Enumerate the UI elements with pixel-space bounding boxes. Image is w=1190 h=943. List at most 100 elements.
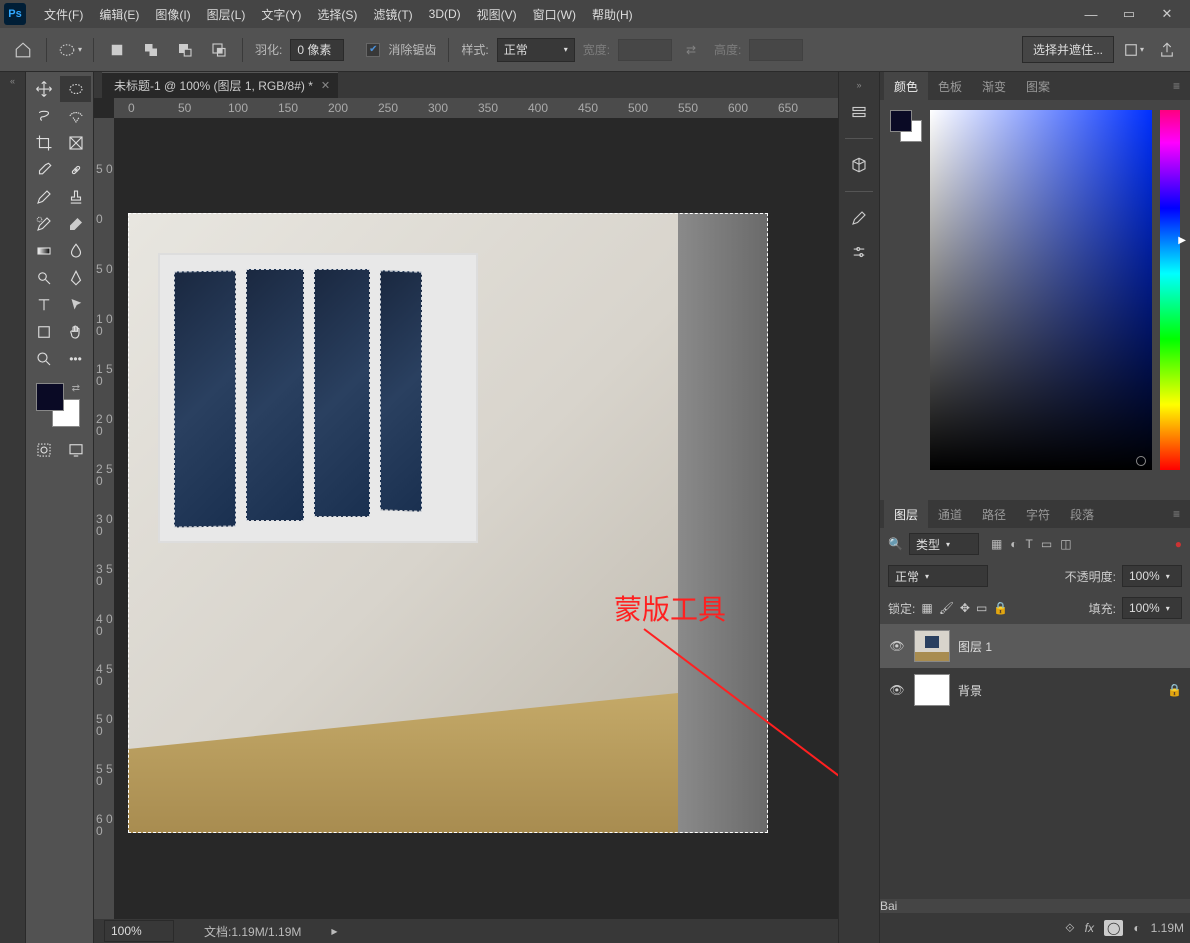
visibility-icon[interactable]: 👁 — [888, 683, 906, 697]
layer-name[interactable]: 图层 1 — [958, 638, 992, 655]
eyedropper-tool[interactable] — [28, 157, 59, 183]
menu-window[interactable]: 窗口(W) — [525, 0, 584, 28]
search-icon[interactable]: 🔍 — [888, 537, 903, 551]
menu-help[interactable]: 帮助(H) — [584, 0, 641, 28]
swap-colors-icon[interactable]: ⇄ — [72, 383, 80, 394]
color-picker[interactable] — [930, 110, 1152, 470]
filter-smart-icon[interactable]: ◫ — [1060, 537, 1071, 551]
close-tab-icon[interactable]: ✕ — [321, 79, 330, 92]
history-brush-tool[interactable] — [28, 211, 59, 237]
layer-name[interactable]: 背景 — [958, 682, 982, 699]
layer-filter-select[interactable]: 类型▾ — [909, 533, 979, 555]
style-select[interactable]: 正常▾ — [497, 38, 575, 62]
more-tool[interactable]: ••• — [60, 346, 91, 372]
window-minimize[interactable]: — — [1072, 3, 1110, 25]
adjust-icon[interactable] — [845, 240, 873, 264]
share-icon[interactable] — [1152, 35, 1182, 65]
sel-intersect-icon[interactable] — [204, 35, 234, 65]
link-icon[interactable]: ⟐ — [1065, 921, 1074, 936]
quickmask-tool[interactable] — [28, 437, 59, 463]
lock-all-icon[interactable]: 🔒 — [993, 601, 1008, 615]
filter-shape-icon[interactable]: ▭ — [1041, 537, 1052, 551]
crop-tool[interactable] — [28, 130, 59, 156]
dodge-tool[interactable] — [28, 265, 59, 291]
stamp-tool[interactable] — [60, 184, 91, 210]
history-icon[interactable] — [845, 100, 873, 124]
move-tool[interactable] — [28, 76, 59, 102]
3d-icon[interactable] — [845, 153, 873, 177]
sel-add-icon[interactable] — [136, 35, 166, 65]
antialias-checkbox[interactable]: ✔ — [366, 43, 380, 57]
frame-tool[interactable] — [60, 130, 91, 156]
ruler-horizontal[interactable]: 050100150200250300350400450500550600650 — [114, 98, 838, 118]
brush-panel-icon[interactable] — [845, 206, 873, 230]
window-maximize[interactable]: ▭ — [1110, 3, 1148, 25]
select-and-mask-button[interactable]: 选择并遮住... — [1022, 36, 1114, 63]
lock-pos-icon[interactable]: ✥ — [960, 601, 970, 615]
ruler-vertical[interactable]: 5 005 01 0 01 5 02 0 02 5 03 0 03 5 04 0… — [94, 118, 114, 919]
fx-icon[interactable]: fx — [1085, 921, 1094, 935]
fill-input[interactable]: 100%▾ — [1122, 597, 1182, 619]
filter-adj-icon[interactable]: ◐ — [1010, 537, 1017, 551]
menu-select[interactable]: 选择(S) — [309, 0, 365, 28]
pen-tool[interactable] — [60, 265, 91, 291]
color-swatches[interactable]: ⇄ — [36, 383, 80, 427]
sel-new-icon[interactable] — [102, 35, 132, 65]
tab-char[interactable]: 字符 — [1016, 500, 1060, 529]
layer-row[interactable]: 👁 图层 1 — [880, 624, 1190, 668]
canvas[interactable]: 蒙版工具 — [114, 118, 838, 919]
filter-type-icon[interactable]: T — [1026, 537, 1033, 551]
home-icon[interactable] — [8, 35, 38, 65]
marquee-preset-icon[interactable]: ▾ — [55, 35, 85, 65]
document-tab[interactable]: 未标题-1 @ 100% (图层 1, RGB/8#) *✕ — [102, 72, 338, 98]
foreground-swatch[interactable] — [36, 383, 64, 411]
hand-tool[interactable] — [60, 319, 91, 345]
mask-icon[interactable]: ◯ — [1104, 920, 1123, 936]
menu-layer[interactable]: 图层(L) — [199, 0, 254, 28]
layer-thumbnail[interactable] — [914, 630, 950, 662]
tab-paths[interactable]: 路径 — [972, 500, 1016, 529]
tab-channels[interactable]: 通道 — [928, 500, 972, 529]
type-tool[interactable] — [28, 292, 59, 318]
tab-gradient[interactable]: 渐变 — [972, 72, 1016, 101]
sel-subtract-icon[interactable] — [170, 35, 200, 65]
menu-type[interactable]: 文字(Y) — [253, 0, 309, 28]
menu-file[interactable]: 文件(F) — [36, 0, 91, 28]
menu-view[interactable]: 视图(V) — [469, 0, 525, 28]
menu-3d[interactable]: 3D(D) — [421, 0, 469, 28]
color-panel-menu-icon[interactable]: ≡ — [1167, 79, 1186, 93]
lock-trans-icon[interactable]: ▦ — [921, 601, 932, 615]
eraser-tool[interactable] — [60, 211, 91, 237]
lock-art-icon[interactable]: ▭ — [976, 601, 987, 615]
menu-edit[interactable]: 编辑(E) — [91, 0, 147, 28]
screenmode-tool[interactable] — [60, 437, 91, 463]
blend-mode-select[interactable]: 正常▾ — [888, 565, 988, 587]
opacity-input[interactable]: 100%▾ — [1122, 565, 1182, 587]
layers-panel-menu-icon[interactable]: ≡ — [1167, 507, 1186, 521]
menu-filter[interactable]: 滤镜(T) — [365, 0, 420, 28]
lock-paint-icon[interactable]: 🖌 — [939, 601, 954, 615]
filter-toggle-icon[interactable]: ● — [1175, 537, 1182, 551]
tab-swatches[interactable]: 色板 — [928, 72, 972, 101]
lasso-tool[interactable] — [28, 103, 59, 129]
marquee-tool[interactable] — [60, 76, 91, 102]
layer-row[interactable]: 👁 背景 🔒 — [880, 668, 1190, 712]
quick-select-tool[interactable] — [60, 103, 91, 129]
adjustment-icon[interactable]: ◐ — [1133, 921, 1140, 935]
blur-tool[interactable] — [60, 238, 91, 264]
tab-pattern[interactable]: 图案 — [1016, 72, 1060, 101]
zoom-tool[interactable] — [28, 346, 59, 372]
visibility-icon[interactable]: 👁 — [888, 639, 906, 653]
gradient-tool[interactable] — [28, 238, 59, 264]
tab-layers[interactable]: 图层 — [884, 500, 928, 529]
layer-thumbnail[interactable] — [914, 674, 950, 706]
path-select-tool[interactable] — [60, 292, 91, 318]
tab-color[interactable]: 颜色 — [884, 72, 928, 101]
filter-img-icon[interactable]: ▦ — [991, 537, 1002, 551]
feather-input[interactable] — [290, 39, 344, 61]
brush-tool[interactable] — [28, 184, 59, 210]
hue-slider[interactable]: ▶ — [1160, 110, 1180, 470]
art-board-icon[interactable]: ▾ — [1118, 35, 1148, 65]
shape-tool[interactable] — [28, 319, 59, 345]
menu-image[interactable]: 图像(I) — [147, 0, 198, 28]
